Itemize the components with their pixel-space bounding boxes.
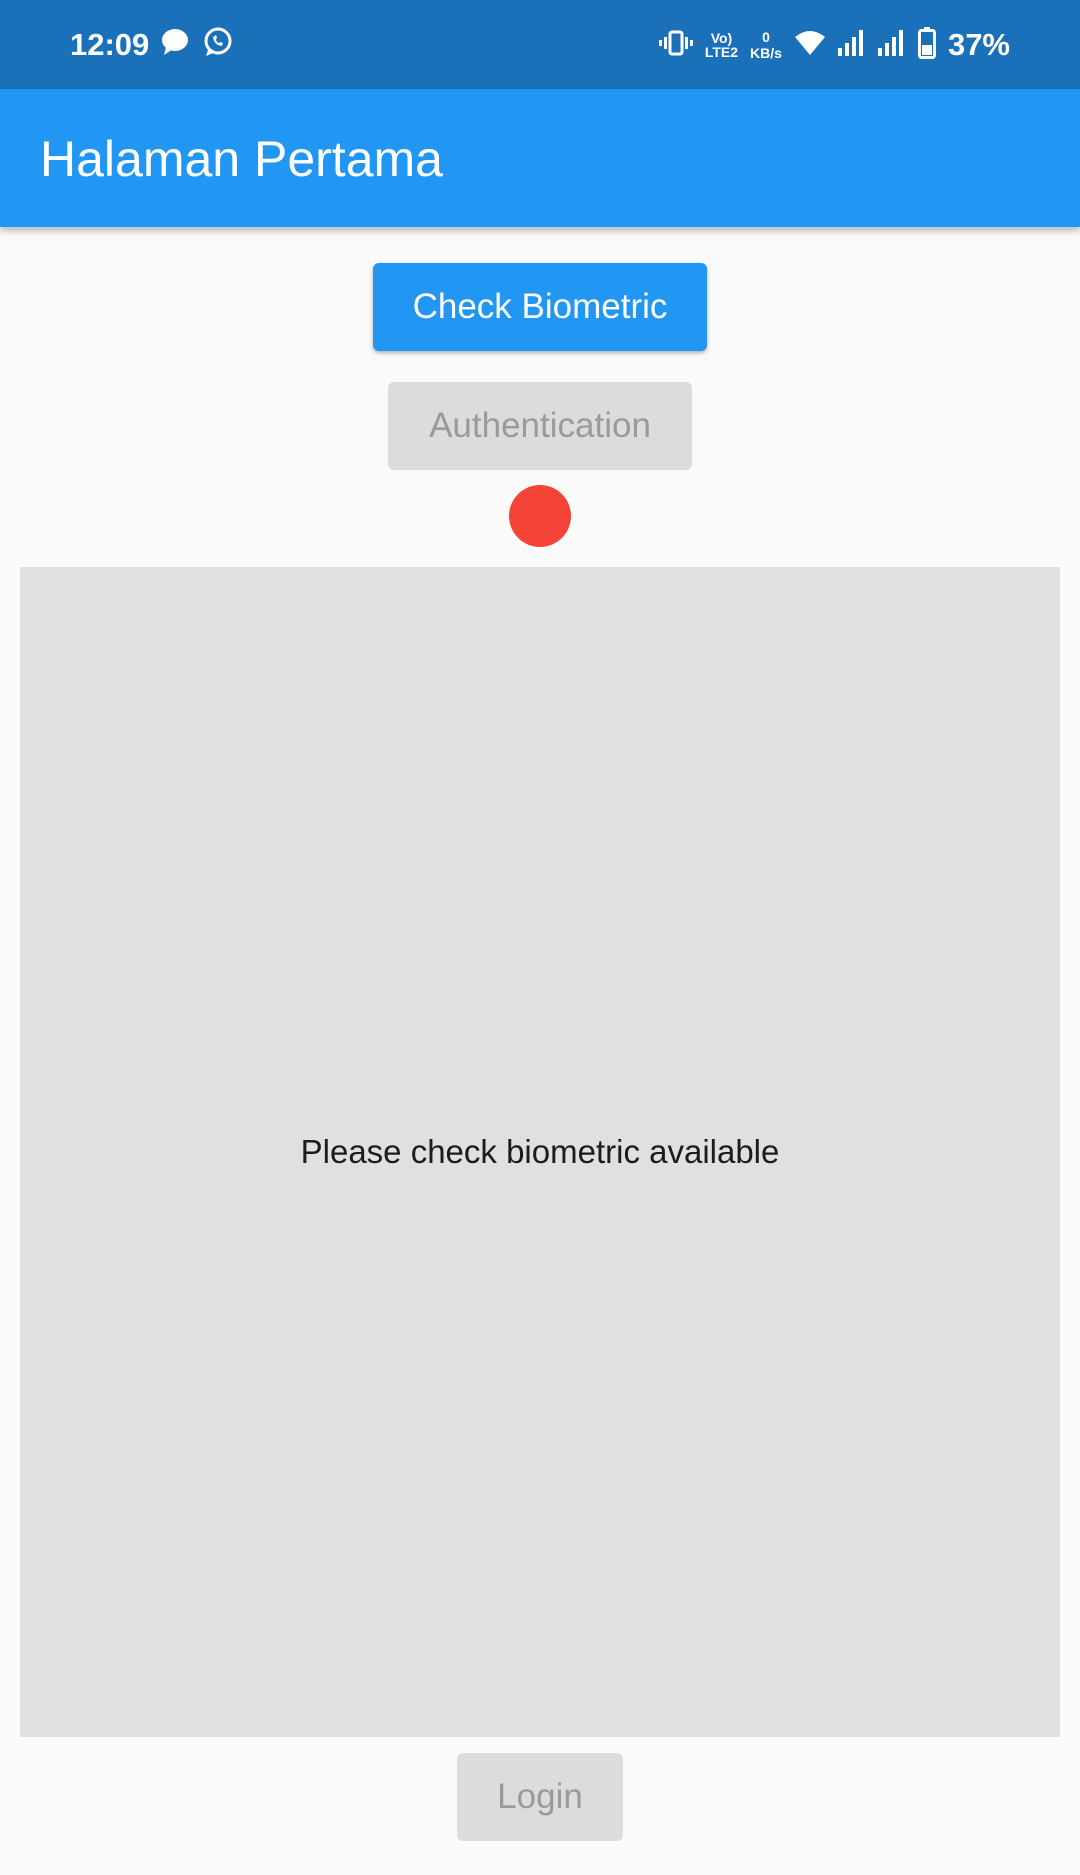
network-speed-unit: KB/s <box>750 45 782 61</box>
chat-bubble-icon <box>160 27 190 62</box>
authentication-button[interactable]: Authentication <box>388 382 692 470</box>
signal-icon <box>877 29 906 61</box>
vibrate-icon <box>658 29 693 62</box>
battery-icon <box>917 26 936 64</box>
volte-indicator: Vo) LTE2 <box>705 31 738 59</box>
status-message: Please check biometric available <box>300 1133 780 1170</box>
status-time: 12:09 <box>70 27 150 62</box>
system-indicators: Vo) LTE2 0 KB/s 37% <box>658 22 1010 68</box>
whatsapp-icon <box>202 26 234 63</box>
volte-line1: Vo) <box>710 30 733 46</box>
check-biometric-button[interactable]: Check Biometric <box>373 263 707 351</box>
volte-line2: LTE2 <box>704 44 739 60</box>
notification-icons <box>160 26 234 63</box>
status-bar: 12:09 Vo) LTE2 0 KB/s 37% <box>0 0 1080 89</box>
network-speed: 0 KB/s <box>750 29 782 61</box>
signal-icon <box>837 29 866 61</box>
network-speed-value: 0 <box>762 29 770 45</box>
battery-percent: 37% <box>947 27 1010 62</box>
status-indicator-dot <box>509 485 571 547</box>
wifi-icon <box>794 29 826 62</box>
app-bar: Halaman Pertama <box>0 89 1080 227</box>
message-panel: Please check biometric available <box>20 567 1060 1737</box>
page-title: Halaman Pertama <box>40 131 443 187</box>
login-button[interactable]: Login <box>457 1753 623 1841</box>
